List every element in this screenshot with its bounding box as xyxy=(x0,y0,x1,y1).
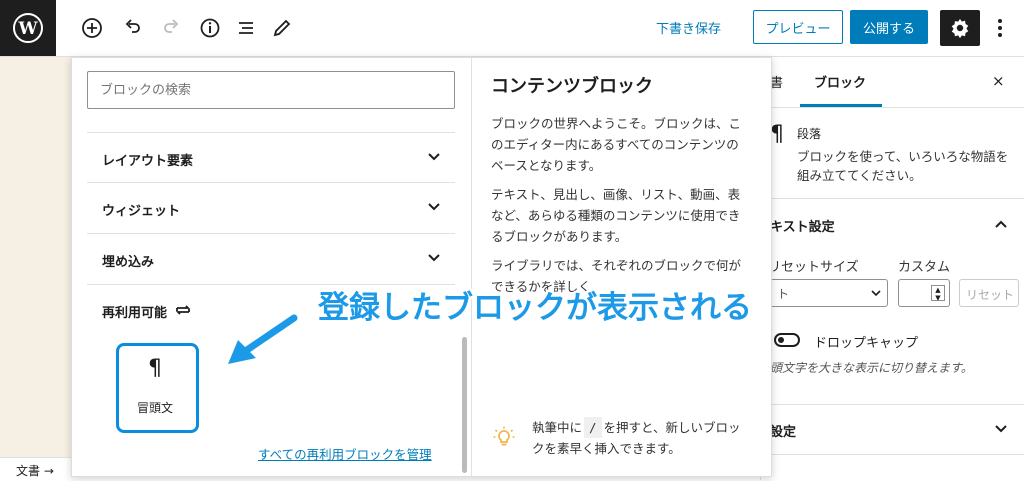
category-label: 埋め込み xyxy=(102,255,155,270)
block-search-field[interactable] xyxy=(87,71,455,109)
paragraph-icon: ¶ xyxy=(770,122,784,147)
block-search-input[interactable] xyxy=(88,72,432,108)
chevron-down-icon xyxy=(428,203,440,211)
chevron-down-icon xyxy=(428,254,440,262)
chevron-down-icon[interactable] xyxy=(994,421,1008,440)
preview-paragraph: ブロックの世界へようこそ。ブロックは、このエディター内にあるすべてのコンテンツの… xyxy=(491,116,742,173)
info-icon[interactable] xyxy=(196,14,224,42)
more-vertical-icon[interactable] xyxy=(990,14,1010,42)
redo-icon[interactable] xyxy=(158,14,186,42)
gear-icon[interactable] xyxy=(940,10,980,46)
undo-icon[interactable] xyxy=(118,14,146,42)
slash-key: / xyxy=(584,417,602,438)
paragraph-icon: ¶ xyxy=(148,356,162,381)
edit-tool-icon[interactable] xyxy=(268,14,296,42)
annotation-arrow-icon xyxy=(222,312,302,376)
divider xyxy=(760,107,1024,108)
divider xyxy=(760,454,1024,455)
add-block-icon[interactable] xyxy=(78,14,106,42)
dropcap-label: ドロップキャップ xyxy=(814,336,919,351)
custom-size-label: カスタム xyxy=(898,260,951,275)
lightbulb-icon xyxy=(493,426,515,452)
reusable-block-icon xyxy=(174,302,192,322)
reset-button[interactable]: リセット xyxy=(959,279,1019,307)
chevron-down-icon xyxy=(871,290,881,297)
chevron-down-icon xyxy=(428,153,440,161)
spinner-icon[interactable]: ▲ ▼ xyxy=(931,285,945,302)
category-embeds[interactable]: 埋め込み xyxy=(87,233,455,283)
preview-title: コンテンツブロック xyxy=(491,76,653,97)
divider xyxy=(760,404,1024,405)
breadcrumb[interactable]: 文書 → xyxy=(16,462,54,479)
text-settings-header[interactable]: キスト設定 xyxy=(770,216,835,235)
divider xyxy=(760,198,1024,199)
divider xyxy=(471,57,472,477)
dropcap-description: 頭文字を大きな表示に切り替えます。 xyxy=(770,361,973,375)
category-layout[interactable]: レイアウト要素 xyxy=(87,132,455,182)
chevron-up-icon[interactable] xyxy=(994,216,1008,235)
reset-button-label: リセット xyxy=(966,288,1015,302)
preset-size-value: ト xyxy=(777,287,790,301)
svg-text:W: W xyxy=(17,19,38,39)
category-widgets[interactable]: ウィジェット xyxy=(87,182,455,232)
block-description: ブロックを使って、いろいろな物語を組み立ててください。 xyxy=(797,149,1009,183)
close-icon[interactable]: × xyxy=(992,72,1005,90)
tab-block[interactable]: ブロック xyxy=(814,72,866,91)
toggle-knob xyxy=(778,337,784,343)
category-label: レイアウト要素 xyxy=(102,154,194,169)
category-label: ウィジェット xyxy=(102,204,181,219)
save-draft-button[interactable]: 下書き保存 xyxy=(656,18,721,37)
preset-size-select[interactable]: ト xyxy=(770,279,888,307)
preset-size-label: リセットサイズ xyxy=(768,260,859,275)
tip-text: 執筆中に / を押すと、新しいブロックを素早く挿入できます。 xyxy=(532,417,742,459)
scrollbar[interactable] xyxy=(462,337,467,473)
preview-paragraph: テキスト、見出し、画像、リスト、動画、表など、あらゆる種類のコンテンツに使用でき… xyxy=(491,187,741,244)
wordpress-logo-icon[interactable]: W xyxy=(0,0,56,56)
block-name: 段落 xyxy=(797,127,822,141)
preview-button[interactable]: プレビュー xyxy=(753,10,843,44)
reusable-category-label: 再利用可能 xyxy=(102,306,168,321)
reusable-block-label: 冒頭文 xyxy=(137,401,174,415)
list-view-icon[interactable] xyxy=(232,14,260,42)
color-settings-header[interactable]: 設定 xyxy=(770,421,796,440)
preview-description: ブロックの世界へようこそ。ブロックは、このエディター内にあるすべてのコンテンツの… xyxy=(491,113,751,305)
manage-reusable-blocks-link[interactable]: すべての再利用ブロックを管理 xyxy=(258,444,432,463)
publish-button[interactable]: 公開する xyxy=(850,10,928,44)
tip-text-before: 執筆中に xyxy=(532,420,583,435)
annotation-callout: 登録したブロックが表示される xyxy=(318,290,752,326)
